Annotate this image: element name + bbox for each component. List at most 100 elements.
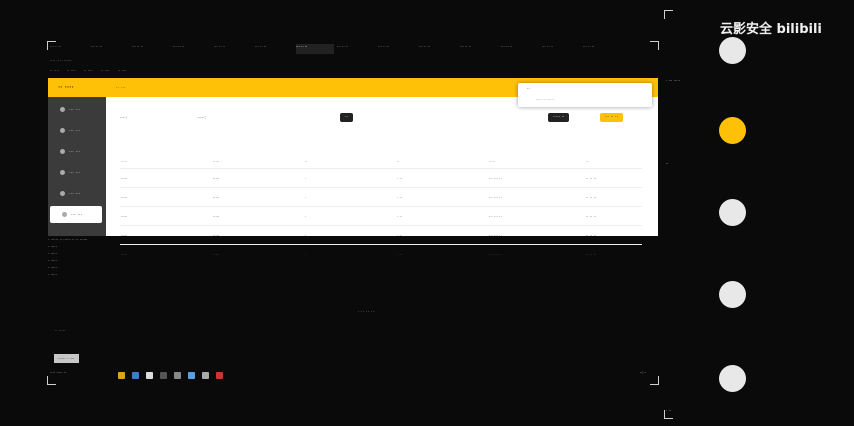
sidebar-item-label: ··· ··· — [69, 190, 81, 197]
browser-tab-active[interactable]: ··· ·· ·· — [296, 44, 334, 54]
sidebar-item-label: ··· ··· — [69, 169, 81, 176]
table-cell: ····· — [120, 168, 212, 188]
console-line: · ····· — [48, 265, 57, 270]
table-row: ····· ····· · · ·· ··· ··· ·· ·· ·· ·· — [120, 187, 642, 207]
table-header: ····· — [489, 158, 496, 164]
avatar[interactable] — [719, 117, 746, 144]
browser-tab[interactable]: ··· ·· ·· — [378, 44, 416, 54]
input-hint[interactable]: ·· ····· — [55, 328, 65, 333]
console-line: · ····· — [48, 251, 57, 256]
avatar[interactable] — [719, 199, 746, 226]
browser-tab[interactable]: ··· ·· ·· — [501, 44, 539, 54]
bookmark[interactable]: ·· ···· — [84, 68, 93, 75]
sidebar-item[interactable]: ··· ··· — [48, 143, 106, 160]
sidebar-item[interactable]: ··· ··· — [48, 101, 106, 118]
action-button[interactable]: ····· ·· — [548, 113, 570, 122]
console-line: · ····· — [48, 272, 57, 277]
table-cell: · ·· — [396, 168, 488, 188]
avatar[interactable] — [719, 365, 746, 392]
sidebar-item[interactable]: ··· ··· — [48, 185, 106, 202]
console-output: · ······ ·· ······ ·· ·· ······ · ····· … — [48, 237, 658, 279]
watermark: 云影安全 bilibili — [720, 22, 822, 37]
app-icon[interactable] — [160, 372, 167, 379]
taskbar-button[interactable]: ······ · ···· — [54, 354, 79, 363]
taskbar-title: ···· ····· ·· — [50, 370, 67, 375]
browser-tab[interactable]: ··· ·· ·· — [337, 44, 375, 54]
sidebar-item-label: ··· ··· — [71, 211, 83, 218]
row-actions[interactable]: ·· ·· ·· — [585, 187, 642, 207]
browser-tab[interactable]: ··· ·· ·· — [132, 44, 170, 54]
browser-tab[interactable]: ··· ·· ·· — [542, 44, 580, 54]
row-actions[interactable]: ·· ·· ·· — [585, 168, 642, 188]
panel-label: · ··· ····· — [666, 78, 680, 83]
main-content: ····: ·····: ·· ····· ·· ··· ·· ·· ·····… — [106, 97, 658, 263]
frame-corner — [650, 376, 659, 385]
table-cell: · ·· — [396, 187, 488, 207]
table-cell: ····· — [120, 206, 212, 226]
table-cell: · ·· — [396, 206, 488, 226]
table-header: ····· — [213, 158, 220, 164]
search-button[interactable]: ·· — [340, 113, 353, 122]
table-cell: ····· — [120, 187, 212, 207]
sidebar-item-label: ··· ··· — [69, 148, 81, 155]
browser-tab[interactable]: ··· ·· ·· — [214, 44, 252, 54]
table-cell: ··· ··· ·· — [488, 168, 585, 188]
menu-icon — [60, 191, 65, 196]
center-text: · · · · · · · — [358, 309, 375, 314]
notification-popup[interactable]: ·· ······ ·· ······ — [518, 83, 652, 107]
app-icon[interactable] — [132, 372, 139, 379]
browser-tab[interactable]: ··· ·· ·· — [50, 44, 88, 54]
address-bar[interactable]: ···· ·· ·· ······ — [50, 58, 655, 66]
menu-icon — [60, 107, 65, 112]
popup-title: ·· — [527, 87, 530, 92]
table-header: ····· — [121, 158, 128, 164]
popup-detail: ······ ·· ······ — [536, 98, 554, 102]
app-icon[interactable] — [188, 372, 195, 379]
browser-tab[interactable]: ··· ·· ·· — [173, 44, 211, 54]
add-button[interactable]: ··· ·· ·· — [600, 113, 623, 122]
row-actions[interactable]: ·· ·· ·· — [585, 206, 642, 226]
console-line: · ····· — [48, 258, 57, 263]
sidebar-item-active[interactable]: ··· ··· — [50, 206, 102, 223]
admin-app: ·· ···· ·· ··· ··· ··· ··· ··· ··· ··· ·… — [48, 78, 658, 263]
bookmark[interactable]: ·· ···· — [50, 68, 59, 75]
app-icon[interactable] — [146, 372, 153, 379]
table-header: ·· — [586, 158, 589, 164]
table-cell: · — [304, 206, 396, 226]
filter-label[interactable]: ·····: — [197, 116, 206, 121]
bookmark[interactable]: ·· ···· — [118, 68, 127, 75]
console-line: · ······ ·· ······ ·· ·· ······ — [48, 237, 88, 242]
app-logo[interactable]: ·· ···· — [48, 84, 116, 91]
browser-tab[interactable]: ··· ·· ·· — [255, 44, 293, 54]
panel-label: ·· — [666, 161, 669, 166]
browser-tab[interactable]: ··· ·· ·· — [583, 44, 621, 54]
browser-tab[interactable]: ··· ·· ·· — [460, 44, 498, 54]
menu-icon — [62, 212, 67, 217]
bookmark[interactable]: ·· ···· — [101, 68, 110, 75]
sidebar-item[interactable]: ··· ··· — [48, 164, 106, 181]
sidebar-item-label: ··· ··· — [69, 127, 81, 134]
avatar[interactable] — [719, 281, 746, 308]
menu-icon — [60, 128, 65, 133]
menu-icon — [60, 170, 65, 175]
table-cell: ··· ··· ·· — [488, 187, 585, 207]
table-header: ·· — [305, 158, 308, 164]
app-icon[interactable] — [118, 372, 125, 379]
browser-tab[interactable]: ··· ·· ·· — [419, 44, 457, 54]
table-cell: ····· — [212, 168, 304, 188]
console-line: · ····· — [48, 244, 57, 249]
app-icon[interactable] — [216, 372, 223, 379]
table-row: ····· ····· · · ·· ··· ··· ·· ·· ·· ·· — [120, 168, 642, 188]
table-cell: · — [304, 168, 396, 188]
bookmark[interactable]: ·· ···· — [67, 68, 76, 75]
filter-label[interactable]: ····: — [120, 116, 127, 121]
sidebar-item[interactable]: ··· ··· — [48, 122, 106, 139]
table-cell: ····· — [212, 206, 304, 226]
browser-tab[interactable]: ··· ·· ·· — [91, 44, 129, 54]
table-cell: · — [304, 187, 396, 207]
table-row: ····· ····· · · ·· ··· ··· ·· ·· ·· ·· — [120, 206, 642, 226]
app-icon[interactable] — [174, 372, 181, 379]
app-icon[interactable] — [202, 372, 209, 379]
avatar[interactable] — [719, 37, 746, 64]
bookmarks-bar: ·· ···· ·· ···· ·· ···· ·· ···· ·· ···· — [50, 68, 655, 75]
